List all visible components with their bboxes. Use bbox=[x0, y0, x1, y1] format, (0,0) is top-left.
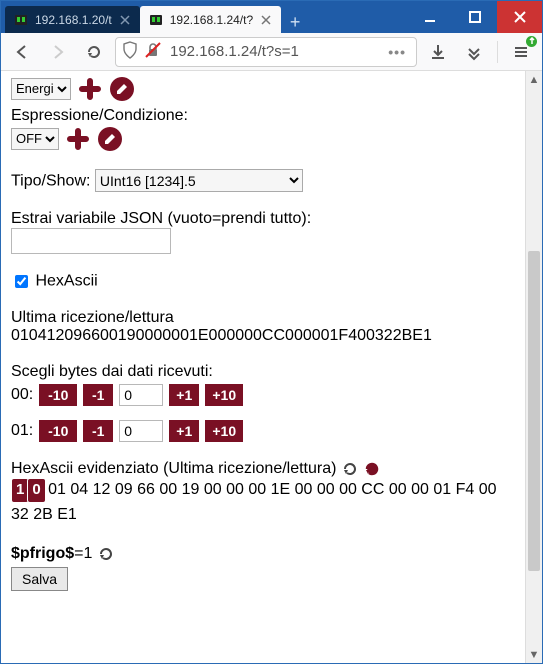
hex-mark: 0 bbox=[27, 478, 45, 503]
label-last-rx: Ultima ricezione/lettura bbox=[11, 309, 515, 327]
hexascii-checkbox[interactable] bbox=[15, 275, 28, 288]
browser-tab-0[interactable]: 192.168.1.20/t bbox=[5, 6, 140, 33]
label-hilite: HexAscii evidenziato (Ultima ricezione/l… bbox=[11, 460, 336, 477]
window-buttons bbox=[407, 1, 542, 33]
overflow-button[interactable] bbox=[459, 37, 489, 67]
byte-row-name: 00: bbox=[11, 386, 33, 404]
reload-icon[interactable] bbox=[341, 460, 359, 478]
label-tipo: Tipo/Show: bbox=[11, 173, 90, 190]
browser-toolbar: ••• bbox=[1, 33, 542, 71]
tab-strip: 192.168.1.20/t 192.168.1.24/t? + bbox=[1, 1, 407, 33]
step-p1-button[interactable]: +1 bbox=[169, 420, 199, 442]
page-actions-button[interactable]: ••• bbox=[384, 44, 410, 60]
save-button[interactable]: Salva bbox=[11, 567, 68, 591]
select-energi[interactable]: Energi bbox=[11, 78, 71, 100]
step-p10-button[interactable]: +10 bbox=[205, 420, 243, 442]
result-value: 1 bbox=[83, 545, 92, 562]
label-espressione: Espressione/Condizione: bbox=[11, 107, 515, 125]
json-path-input[interactable] bbox=[11, 228, 171, 254]
nav-reload-button[interactable] bbox=[79, 37, 109, 67]
tracking-shield-icon[interactable] bbox=[122, 41, 138, 62]
byte-value-input[interactable] bbox=[119, 384, 163, 406]
hex-highlight-block: 10 01 04 12 09 66 00 19 00 00 00 1E 00 0… bbox=[11, 478, 515, 527]
window-titlebar: 192.168.1.20/t 192.168.1.24/t? + bbox=[1, 1, 542, 33]
tab-close-icon[interactable] bbox=[118, 13, 132, 27]
byte-row-0: 00: -10 -1 +1 +10 bbox=[11, 384, 515, 406]
tab-close-icon[interactable] bbox=[259, 13, 273, 27]
step-p10-button[interactable]: +10 bbox=[205, 384, 243, 406]
byte-row-name: 01: bbox=[11, 422, 33, 440]
step-m1-button[interactable]: -1 bbox=[83, 384, 113, 406]
scroll-down-icon[interactable]: ▼ bbox=[526, 646, 542, 663]
hexascii-label: HexAscii bbox=[35, 273, 97, 290]
step-m10-button[interactable]: -10 bbox=[39, 384, 77, 406]
page-content: Energi Espressione/Condizione: OFF bbox=[1, 71, 525, 663]
tab-label: 192.168.1.24/t? bbox=[170, 13, 253, 27]
add-icon[interactable] bbox=[63, 127, 93, 151]
downloads-button[interactable] bbox=[423, 37, 453, 67]
label-bytes: Scegli bytes dai dati ricevuti: bbox=[11, 363, 515, 381]
edit-icon[interactable] bbox=[98, 127, 122, 151]
tab-favicon bbox=[148, 12, 164, 28]
scroll-thumb[interactable] bbox=[528, 251, 540, 571]
byte-value-input[interactable] bbox=[119, 420, 163, 442]
window-close-button[interactable] bbox=[497, 1, 542, 33]
nav-back-button[interactable] bbox=[7, 37, 37, 67]
scroll-up-icon[interactable]: ▲ bbox=[526, 71, 542, 88]
insecure-lock-icon[interactable] bbox=[144, 41, 162, 62]
label-json: Estrai variabile JSON (vuoto=prendi tutt… bbox=[11, 210, 515, 228]
url-input[interactable] bbox=[168, 42, 378, 61]
step-m10-button[interactable]: -10 bbox=[39, 420, 77, 442]
step-p1-button[interactable]: +1 bbox=[169, 384, 199, 406]
browser-tab-1[interactable]: 192.168.1.24/t? bbox=[140, 6, 281, 33]
tab-label: 192.168.1.20/t bbox=[35, 13, 112, 27]
last-rx-value: 010412096600190000001E000000CC000001F400… bbox=[11, 327, 515, 345]
new-tab-button[interactable]: + bbox=[281, 12, 309, 33]
reload-icon[interactable] bbox=[363, 460, 381, 478]
window-minimize-button[interactable] bbox=[407, 1, 452, 33]
select-off[interactable]: OFF bbox=[11, 128, 59, 150]
edit-icon[interactable] bbox=[110, 77, 134, 101]
nav-forward-button[interactable] bbox=[43, 37, 73, 67]
app-menu-button[interactable] bbox=[506, 37, 536, 67]
vertical-scrollbar[interactable]: ▲ ▼ bbox=[525, 71, 542, 663]
hex-rest: 01 04 12 09 66 00 19 00 00 00 1E 00 00 0… bbox=[11, 481, 497, 523]
step-m1-button[interactable]: -1 bbox=[83, 420, 113, 442]
result-var-name: $pfrigo$ bbox=[11, 545, 74, 562]
add-icon[interactable] bbox=[75, 77, 105, 101]
byte-row-1: 01: -10 -1 +1 +10 bbox=[11, 420, 515, 442]
window-maximize-button[interactable] bbox=[452, 1, 497, 33]
reload-icon[interactable] bbox=[97, 545, 115, 563]
tab-favicon bbox=[13, 12, 29, 28]
select-tipo[interactable]: UInt16 [1234].5 bbox=[95, 169, 303, 192]
toolbar-separator bbox=[497, 41, 498, 63]
update-badge-icon bbox=[526, 36, 537, 47]
url-bar[interactable]: ••• bbox=[115, 37, 417, 67]
